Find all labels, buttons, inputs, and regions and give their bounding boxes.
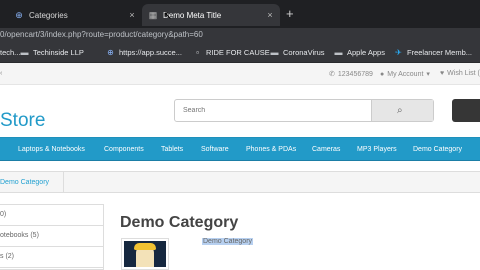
tab-title: Demo Meta Title bbox=[163, 10, 222, 20]
freelancer-icon: ✈ bbox=[395, 47, 402, 57]
bookmark-techinside[interactable]: ▬ Techinside LLP bbox=[20, 48, 84, 57]
bookmark-label: Freelancer Memb... bbox=[407, 48, 473, 57]
bookmark-freelancer[interactable]: ✈ Freelancer Memb... bbox=[394, 48, 472, 57]
globe-icon: ⊕ bbox=[107, 47, 114, 57]
page-icon: ▫ bbox=[196, 47, 199, 57]
globe-icon: ⊕ bbox=[15, 10, 23, 20]
sidebar-item[interactable]: s (2) bbox=[0, 247, 103, 268]
wishlist-link[interactable]: ♥ Wish List ( bbox=[440, 70, 480, 77]
bookmark-label: https://app.succe... bbox=[119, 48, 182, 57]
mouse-cursor-icon: ↖ bbox=[163, 10, 173, 22]
category-image bbox=[121, 238, 169, 270]
phone-icon: ✆ bbox=[329, 71, 335, 78]
my-account-dropdown[interactable]: ● My Account ▾ bbox=[380, 70, 433, 79]
search-input[interactable] bbox=[175, 100, 371, 121]
breadcrumb-item-demo-category[interactable]: Demo Category bbox=[0, 179, 49, 186]
search-icon: ⌕ bbox=[397, 105, 403, 116]
bookmark-label: Apple Apps bbox=[347, 48, 385, 57]
search-button[interactable]: ⌕ bbox=[371, 100, 433, 121]
menu-item-components[interactable]: Components bbox=[104, 146, 144, 153]
cart-button[interactable] bbox=[452, 99, 480, 122]
breadcrumb: Demo Category bbox=[0, 171, 480, 193]
bookmark-app-succe[interactable]: ⊕ https://app.succe... bbox=[106, 48, 182, 57]
figure-hair bbox=[134, 243, 156, 250]
menu-item-demo-category[interactable]: Demo Category bbox=[413, 146, 462, 153]
store-logo[interactable]: Store bbox=[0, 110, 45, 132]
browser-tab-bar: ⊕ Categories × ▦ Demo Meta Title × + ↖ bbox=[0, 0, 480, 28]
tab-title: Categories bbox=[29, 10, 68, 20]
sidebar-item[interactable]: 0) bbox=[0, 205, 103, 226]
my-account-label: My Account bbox=[387, 70, 424, 78]
bookmark-label: RIDE FOR CAUSE bbox=[206, 48, 270, 57]
wishlist-label: Wish List ( bbox=[447, 70, 480, 77]
phone-number: 123456789 bbox=[337, 70, 373, 78]
bookmark-label: CoronaVirus bbox=[283, 48, 325, 57]
heart-icon: ♥ bbox=[440, 70, 445, 77]
user-icon: ● bbox=[380, 70, 385, 78]
store-top-bar: ‹ ✆ 123456789 ● My Account ▾ ♥ Wish List… bbox=[0, 63, 480, 85]
bookmark-apple-apps[interactable]: ▬ Apple Apps bbox=[334, 48, 385, 57]
menu-item-mp3-players[interactable]: MP3 Players bbox=[357, 146, 397, 153]
bookmark-label: tech... bbox=[0, 48, 21, 57]
menu-item-cameras[interactable]: Cameras bbox=[312, 146, 340, 153]
close-icon[interactable]: × bbox=[126, 10, 138, 20]
close-icon[interactable]: × bbox=[264, 10, 276, 20]
new-tab-button[interactable]: + bbox=[286, 6, 294, 21]
cart-icon: ▦ bbox=[148, 10, 158, 20]
folder-icon: ▬ bbox=[334, 47, 343, 57]
breadcrumb-separator bbox=[50, 172, 64, 192]
bookmarks-bar: tech... ▬ Techinside LLP ⊕ https://app.s… bbox=[0, 42, 480, 63]
bookmark-tech[interactable]: tech... bbox=[0, 48, 20, 57]
menu-item-laptops-notebooks[interactable]: Laptops & Notebooks bbox=[18, 146, 85, 153]
currency-dropdown[interactable]: ‹ bbox=[0, 70, 2, 77]
search-box: ⌕ bbox=[174, 99, 434, 122]
folder-icon: ▬ bbox=[20, 47, 29, 57]
menu-item-software[interactable]: Software bbox=[201, 146, 229, 153]
category-sidebar: 0) otebooks (5) s (2) bbox=[0, 204, 104, 270]
bookmark-label: Techinside LLP bbox=[33, 48, 84, 57]
category-image-content bbox=[124, 241, 166, 267]
caret-down-icon: ▾ bbox=[426, 71, 430, 78]
bookmark-ride-for-cause[interactable]: ▫ RIDE FOR CAUSE bbox=[193, 48, 270, 57]
tab-categories[interactable]: ⊕ Categories × bbox=[0, 4, 142, 26]
page-title: Demo Category bbox=[120, 214, 239, 231]
address-bar[interactable]: 0/opencart/3/index.php?route=product/cat… bbox=[0, 28, 480, 42]
main-menu: Laptops & Notebooks Components Tablets S… bbox=[0, 137, 480, 161]
menu-item-tablets[interactable]: Tablets bbox=[161, 146, 183, 153]
menu-item-phones-pdas[interactable]: Phones & PDAs bbox=[246, 146, 296, 153]
folder-icon: ▬ bbox=[270, 47, 279, 57]
category-description: Demo Category bbox=[202, 238, 254, 245]
sidebar-item[interactable]: otebooks (5) bbox=[0, 226, 103, 247]
phone-link[interactable]: ✆ 123456789 bbox=[329, 70, 373, 79]
bookmark-coronavirus[interactable]: ▬ CoronaVirus bbox=[270, 48, 325, 57]
